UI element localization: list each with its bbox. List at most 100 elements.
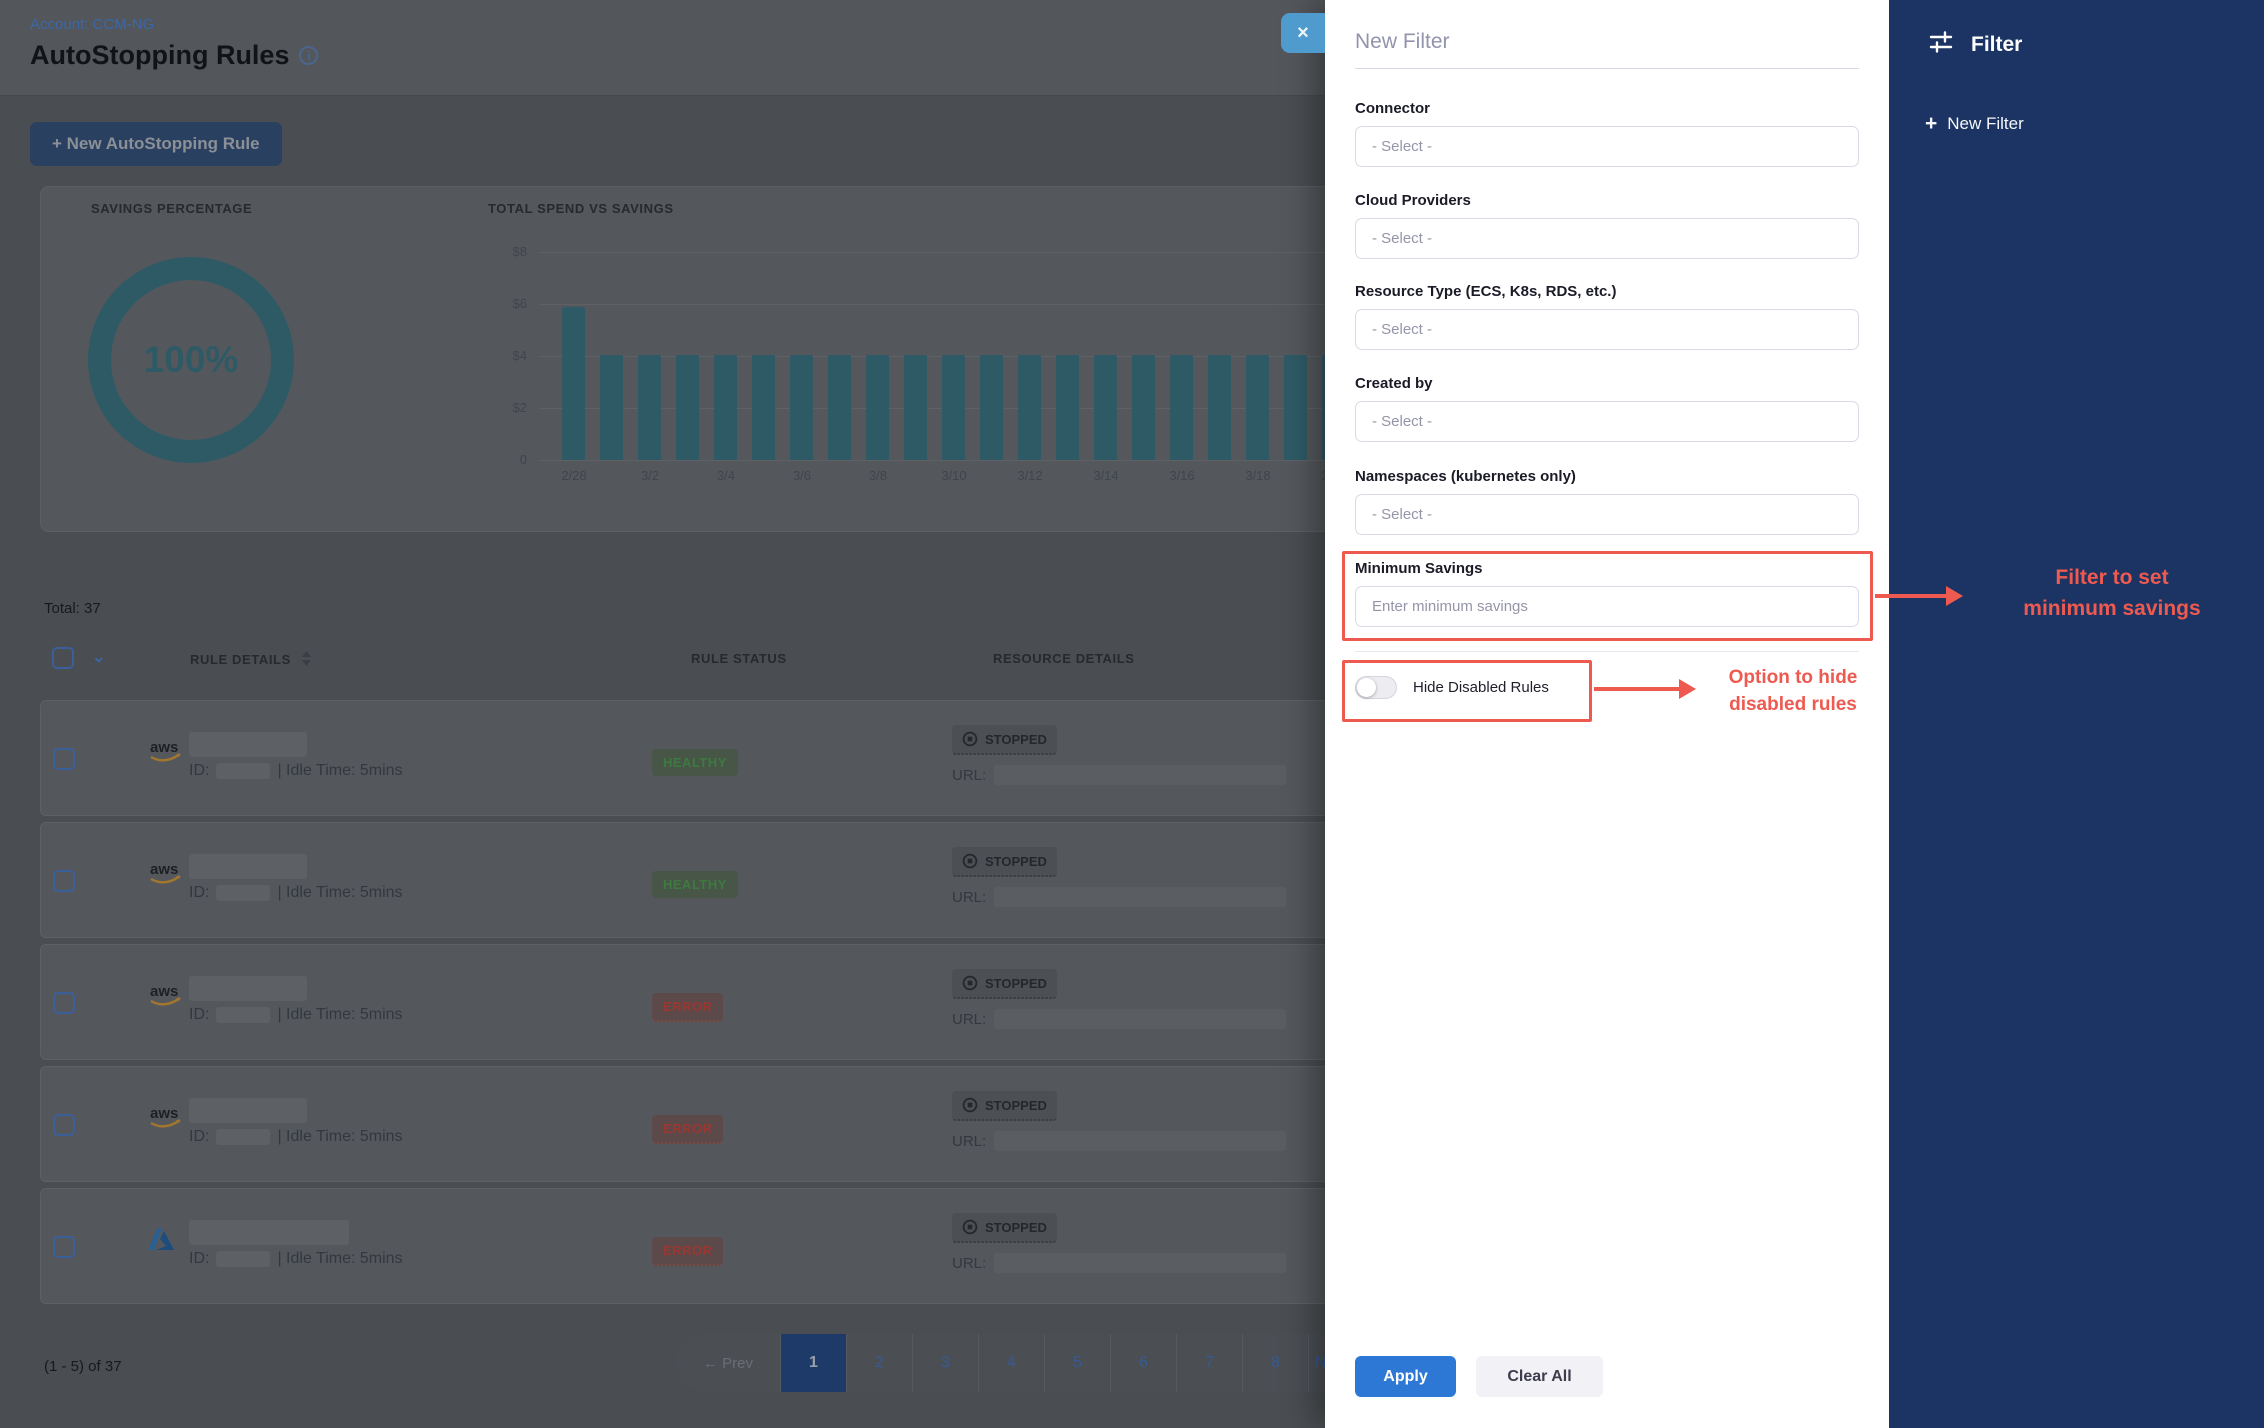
- filter-field-select[interactable]: - Select -: [1355, 126, 1859, 167]
- stopped-icon: [962, 1097, 978, 1113]
- rule-status-badge: ERROR: [652, 1115, 723, 1144]
- spend-vs-savings-title: TOTAL SPEND VS SAVINGS: [488, 201, 674, 216]
- pagination-page-6[interactable]: 6: [1110, 1334, 1176, 1392]
- bar: [1056, 355, 1079, 460]
- svg-text:aws: aws: [150, 1105, 178, 1122]
- pagination-page-2[interactable]: 2: [846, 1334, 912, 1392]
- url-redacted: [994, 887, 1286, 907]
- column-rule-status[interactable]: RULE STATUS: [691, 651, 787, 666]
- resource-details: STOPPEDURL:: [952, 1213, 1286, 1273]
- aws-icon: aws: [147, 737, 185, 767]
- rule-id-redacted: [216, 885, 270, 901]
- new-autostopping-rule-button[interactable]: + New AutoStopping Rule: [30, 122, 282, 166]
- row-checkbox[interactable]: [53, 1114, 75, 1136]
- sort-icon[interactable]: [301, 651, 312, 669]
- savings-percentage-value: 100%: [144, 339, 239, 381]
- total-count: Total: 37: [44, 600, 101, 617]
- rule-id-redacted: [216, 763, 270, 779]
- rule-status-badge: HEALTHY: [652, 871, 738, 898]
- filter-field-select[interactable]: - Select -: [1355, 309, 1859, 350]
- savings-percentage-title: SAVINGS PERCENTAGE: [91, 201, 252, 216]
- filter-sidebar: Filter + New Filter: [1889, 0, 2264, 1428]
- stopped-icon: [962, 975, 978, 991]
- bar: [1284, 355, 1307, 460]
- resource-url-line: URL:: [952, 1009, 1286, 1029]
- account-breadcrumb[interactable]: Account: CCM-NG: [30, 16, 154, 33]
- aws-icon: aws: [147, 1103, 185, 1133]
- pagination-page-1[interactable]: 1: [780, 1334, 846, 1392]
- annotation-arrow-head-1: [1946, 586, 1963, 606]
- annotation-arrow-line-2: [1594, 687, 1682, 691]
- rule-name-redacted: [189, 854, 307, 879]
- x-axis-tick: 3/2: [620, 468, 680, 483]
- bar: [1246, 355, 1269, 460]
- pagination-page-5[interactable]: 5: [1044, 1334, 1110, 1392]
- row-checkbox[interactable]: [53, 870, 75, 892]
- new-filter-button[interactable]: + New Filter: [1925, 112, 2024, 136]
- svg-text:aws: aws: [150, 983, 178, 1000]
- bar: [752, 355, 775, 460]
- resource-details: STOPPED URL:: [952, 1091, 1286, 1151]
- row-checkbox[interactable]: [53, 748, 75, 770]
- aws-icon-wrap: aws: [147, 737, 185, 772]
- bar: [1018, 355, 1041, 460]
- resource-state-badge[interactable]: STOPPED: [952, 847, 1057, 877]
- select-all-checkbox[interactable]: [52, 647, 74, 669]
- filter-field-select[interactable]: - Select -: [1355, 494, 1859, 535]
- plus-icon: +: [1925, 112, 1937, 136]
- url-redacted: [994, 1009, 1286, 1029]
- url-redacted: [994, 1131, 1286, 1151]
- filter-name-input[interactable]: New Filter: [1355, 30, 1450, 54]
- resource-state-badge[interactable]: STOPPED: [952, 969, 1057, 999]
- column-resource-details[interactable]: RESOURCE DETAILS: [993, 651, 1135, 666]
- x-axis-tick: 3/14: [1076, 468, 1136, 483]
- resource-state-badge[interactable]: STOPPED: [952, 725, 1057, 755]
- row-checkbox[interactable]: [53, 992, 75, 1014]
- close-icon[interactable]: ×: [1281, 13, 1325, 53]
- azure-icon: [147, 1225, 181, 1255]
- pagination-page-7[interactable]: 7: [1176, 1334, 1242, 1392]
- filter-field: Namespaces (kubernetes only) - Select -: [1355, 468, 1859, 535]
- column-rule-details[interactable]: RULE DETAILS: [190, 651, 312, 669]
- y-axis-tick: $4: [483, 348, 527, 363]
- rule-id-label: ID:: [189, 762, 209, 780]
- annotation-line: Option to hide: [1700, 664, 1886, 691]
- chevron-down-icon[interactable]: ⌄: [92, 647, 105, 667]
- pagination: ← Prev12345678Next →: [676, 1334, 1374, 1392]
- row-checkbox[interactable]: [53, 1236, 75, 1258]
- filter-field-select[interactable]: - Select -: [1355, 401, 1859, 442]
- apply-button[interactable]: Apply: [1355, 1356, 1456, 1397]
- pagination-prev[interactable]: ← Prev: [676, 1334, 780, 1392]
- pagination-page-8[interactable]: 8: [1242, 1334, 1308, 1392]
- filter-name-underline: [1355, 68, 1859, 69]
- resource-state-badge[interactable]: STOPPED: [952, 1091, 1057, 1121]
- x-axis-tick: 2/28: [544, 468, 604, 483]
- resource-state-badge[interactable]: STOPPED: [952, 1213, 1057, 1243]
- y-axis-tick: 0: [483, 452, 527, 467]
- url-label: URL:: [952, 767, 986, 784]
- filter-field-label: Namespaces (kubernetes only): [1355, 468, 1859, 485]
- x-axis-tick: 3/4: [696, 468, 756, 483]
- rule-id-redacted: [216, 1007, 270, 1023]
- rule-id-line: ID:| Idle Time: 5mins: [189, 762, 403, 780]
- url-redacted: [994, 1253, 1286, 1273]
- info-icon[interactable]: i: [299, 46, 318, 65]
- filter-field-label: Resource Type (ECS, K8s, RDS, etc.): [1355, 283, 1859, 300]
- rule-status-badge: HEALTHY: [652, 749, 738, 776]
- bar: [600, 355, 623, 460]
- rule-id-label: ID:: [189, 884, 209, 902]
- filter-field-select[interactable]: - Select -: [1355, 218, 1859, 259]
- resource-url-line: URL:: [952, 1131, 1286, 1151]
- pagination-page-4[interactable]: 4: [978, 1334, 1044, 1392]
- clear-all-button[interactable]: Clear All: [1476, 1356, 1603, 1397]
- idle-time-label: | Idle Time: 5mins: [277, 1006, 402, 1024]
- pagination-page-3[interactable]: 3: [912, 1334, 978, 1392]
- sliders-icon: [1927, 28, 1955, 61]
- idle-time-label: | Idle Time: 5mins: [277, 884, 402, 902]
- azure-icon-wrap: [147, 1225, 181, 1260]
- x-axis-tick: 3/8: [848, 468, 908, 483]
- bar: [714, 355, 737, 460]
- rule-id-line: ID: | Idle Time: 5mins: [189, 884, 403, 902]
- filter-field-label: Cloud Providers: [1355, 192, 1859, 209]
- annotation-line: minimum savings: [1962, 593, 2262, 624]
